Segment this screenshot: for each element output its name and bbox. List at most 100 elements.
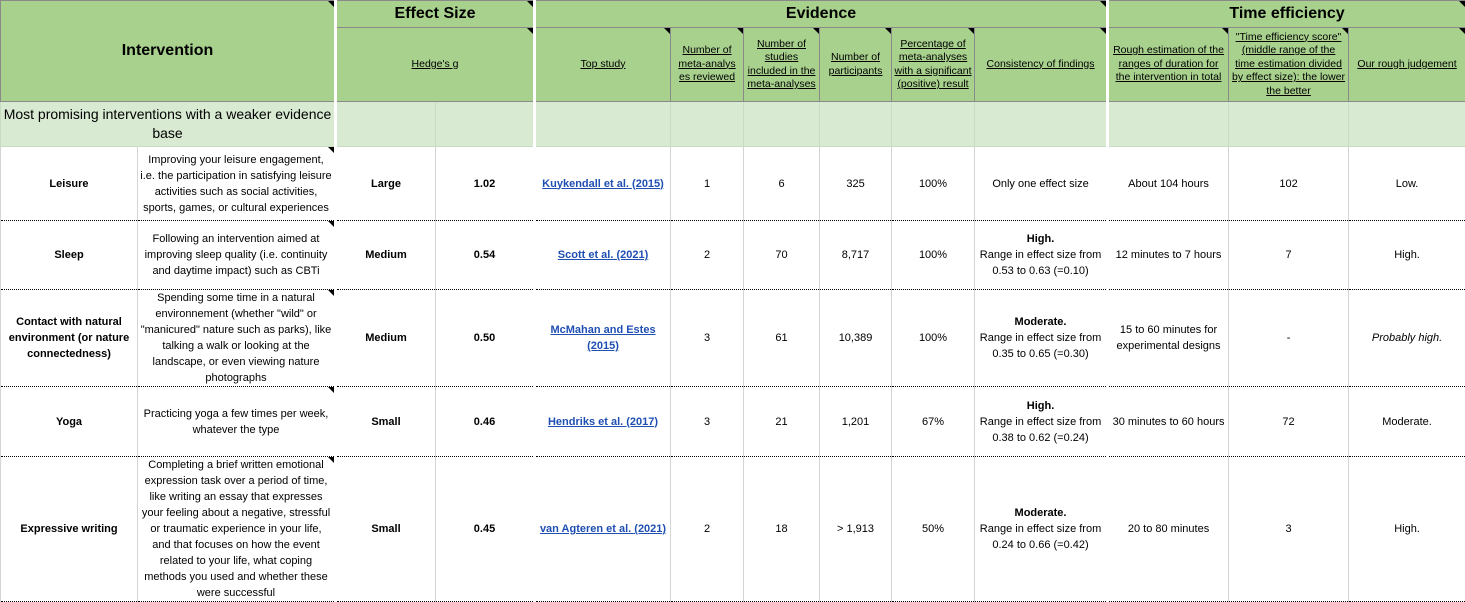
consistency-detail: Range in effect size from 0.35 to 0.65 (…: [977, 330, 1104, 362]
num-meta-cell[interactable]: 1: [671, 147, 744, 221]
num-meta-cell[interactable]: 2: [671, 221, 744, 290]
num-studies-cell[interactable]: 61: [744, 290, 820, 387]
duration-cell[interactable]: 30 minutes to 60 hours: [1108, 387, 1229, 457]
intervention-description-cell[interactable]: Improving your leisure engagement, i.e. …: [138, 147, 336, 221]
section-cell[interactable]: [975, 102, 1108, 147]
evidence-group-header[interactable]: Evidence: [535, 1, 1108, 28]
pct-positive-cell[interactable]: 67%: [892, 387, 975, 457]
num-studies-cell[interactable]: 6: [744, 147, 820, 221]
hedges-g-cell[interactable]: 0.45: [436, 457, 535, 602]
effect-size-label-cell[interactable]: Large: [336, 147, 436, 221]
judgement-cell[interactable]: Moderate.: [1349, 387, 1465, 457]
effect-size-label-cell[interactable]: Medium: [336, 290, 436, 387]
section-label[interactable]: Most promising interventions with a weak…: [1, 102, 336, 147]
num-participants-cell[interactable]: > 1,913: [820, 457, 892, 602]
section-cell[interactable]: [892, 102, 975, 147]
consistency-cell[interactable]: High.Range in effect size from 0.38 to 0…: [975, 387, 1108, 457]
num-participants-header[interactable]: Number of participants: [820, 28, 892, 102]
consistency-cell[interactable]: Only one effect size: [975, 147, 1108, 221]
effect-size-group-header[interactable]: Effect Size: [336, 1, 535, 28]
hedges-g-cell[interactable]: 0.50: [436, 290, 535, 387]
time-score-value: -: [1287, 332, 1291, 344]
duration-header[interactable]: Rough estimation of the ranges of durati…: [1108, 28, 1229, 102]
num-studies-cell[interactable]: 18: [744, 457, 820, 602]
top-study-cell[interactable]: van Agteren et al. (2021): [535, 457, 671, 602]
top-study-cell[interactable]: Scott et al. (2021): [535, 221, 671, 290]
consistency-header[interactable]: Consistency of findings: [975, 28, 1108, 102]
duration-cell[interactable]: About 104 hours: [1108, 147, 1229, 221]
duration-cell[interactable]: 12 minutes to 7 hours: [1108, 221, 1229, 290]
hedges-g-cell[interactable]: 0.54: [436, 221, 535, 290]
intervention-header[interactable]: Intervention: [1, 1, 336, 102]
num-participants-cell[interactable]: 10,389: [820, 290, 892, 387]
pct-positive-cell[interactable]: 100%: [892, 147, 975, 221]
num-studies-cell[interactable]: 70: [744, 221, 820, 290]
section-cell[interactable]: [744, 102, 820, 147]
judgement-header[interactable]: Our rough judgement: [1349, 28, 1465, 102]
num-studies-cell[interactable]: 21: [744, 387, 820, 457]
num-participants-cell[interactable]: 8,717: [820, 221, 892, 290]
intervention-name-cell[interactable]: Yoga: [1, 387, 138, 457]
pct-positive-cell[interactable]: 50%: [892, 457, 975, 602]
top-study-link[interactable]: Hendriks et al. (2017): [548, 416, 658, 428]
time-score-cell[interactable]: -: [1229, 290, 1349, 387]
time-score-header[interactable]: "Time efficiency score" (middle range of…: [1229, 28, 1349, 102]
effect-size-label-cell[interactable]: Small: [336, 387, 436, 457]
time-score-cell[interactable]: 72: [1229, 387, 1349, 457]
intervention-description-cell[interactable]: Spending some time in a natural environn…: [138, 290, 336, 387]
time-score-cell[interactable]: 3: [1229, 457, 1349, 602]
top-study-cell[interactable]: Hendriks et al. (2017): [535, 387, 671, 457]
judgement-cell[interactable]: High.: [1349, 221, 1465, 290]
time-score-cell[interactable]: 7: [1229, 221, 1349, 290]
top-study-link[interactable]: Kuykendall et al. (2015): [542, 178, 664, 190]
consistency-cell[interactable]: High.Range in effect size from 0.53 to 0…: [975, 221, 1108, 290]
section-cell[interactable]: [1108, 102, 1229, 147]
top-study-cell[interactable]: Kuykendall et al. (2015): [535, 147, 671, 221]
section-cell[interactable]: [671, 102, 744, 147]
top-study-link[interactable]: Scott et al. (2021): [558, 249, 648, 261]
intervention-description-cell[interactable]: Following an intervention aimed at impro…: [138, 221, 336, 290]
num-meta-header[interactable]: Number of meta-analys es reviewed: [671, 28, 744, 102]
intervention-name-cell[interactable]: Contact with natural environment (or nat…: [1, 290, 138, 387]
time-score-cell[interactable]: 102: [1229, 147, 1349, 221]
pct-positive-header[interactable]: Percentage of meta-analyses with a signi…: [892, 28, 975, 102]
time-efficiency-group-header[interactable]: Time efficiency: [1108, 1, 1465, 28]
top-study-header[interactable]: Top study: [535, 28, 671, 102]
top-study-link[interactable]: McMahan and Estes (2015): [550, 324, 655, 352]
num-meta-cell[interactable]: 2: [671, 457, 744, 602]
effect-size-label-cell[interactable]: Medium: [336, 221, 436, 290]
num-meta-cell[interactable]: 3: [671, 290, 744, 387]
judgement-cell[interactable]: High.: [1349, 457, 1465, 602]
intervention-description-cell[interactable]: Completing a brief written emotional exp…: [138, 457, 336, 602]
intervention-description-cell[interactable]: Practicing yoga a few times per week, wh…: [138, 387, 336, 457]
judgement-cell[interactable]: Low.: [1349, 147, 1465, 221]
hedges-g-cell[interactable]: 1.02: [436, 147, 535, 221]
pct-positive-cell[interactable]: 100%: [892, 221, 975, 290]
section-cell[interactable]: [1349, 102, 1465, 147]
intervention-name-cell[interactable]: Sleep: [1, 221, 138, 290]
top-study-link[interactable]: van Agteren et al. (2021): [540, 523, 666, 535]
section-cell[interactable]: [820, 102, 892, 147]
section-cell[interactable]: [535, 102, 671, 147]
section-cell[interactable]: [336, 102, 436, 147]
table-row: Expressive writing Completing a brief wr…: [1, 457, 1465, 602]
consistency-cell[interactable]: Moderate.Range in effect size from 0.24 …: [975, 457, 1108, 602]
num-participants-cell[interactable]: 1,201: [820, 387, 892, 457]
pct-positive-cell[interactable]: 100%: [892, 290, 975, 387]
num-participants-cell[interactable]: 325: [820, 147, 892, 221]
judgement-cell[interactable]: Probably high.: [1349, 290, 1465, 387]
consistency-cell[interactable]: Moderate.Range in effect size from 0.35 …: [975, 290, 1108, 387]
effect-size-label-cell[interactable]: Small: [336, 457, 436, 602]
duration-cell[interactable]: 20 to 80 minutes: [1108, 457, 1229, 602]
intervention-name-cell[interactable]: Expressive writing: [1, 457, 138, 602]
top-study-cell[interactable]: McMahan and Estes (2015): [535, 290, 671, 387]
intervention-name-cell[interactable]: Leisure: [1, 147, 138, 221]
num-studies-header[interactable]: Number of studies included in the meta-a…: [744, 28, 820, 102]
hedges-g-cell[interactable]: 0.46: [436, 387, 535, 457]
duration-cell[interactable]: 15 to 60 minutes for experimental design…: [1108, 290, 1229, 387]
section-cell[interactable]: [1229, 102, 1349, 147]
num-studies-value: 21: [775, 416, 787, 428]
section-cell[interactable]: [436, 102, 535, 147]
hedges-g-header[interactable]: Hedge's g: [336, 28, 535, 102]
num-meta-cell[interactable]: 3: [671, 387, 744, 457]
